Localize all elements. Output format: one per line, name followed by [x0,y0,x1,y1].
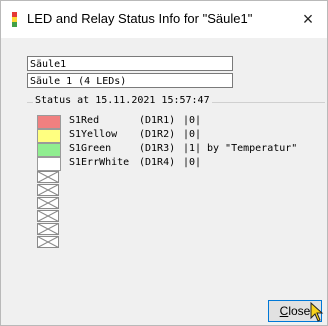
close-label-rest: lose [288,304,311,318]
crossed-box-icon [37,184,59,196]
led-by: by "Temperatur" [207,143,298,154]
close-window-button[interactable]: × [295,7,321,31]
led-name: S1ErrWhite [69,157,130,168]
dialog-window: LED and Relay Status Info for "Säule1" ×… [0,0,328,326]
crossed-box-icon [37,210,59,222]
crossed-box-icon [37,236,59,248]
crossed-box-icon [37,171,59,183]
crossed-box-icon [37,197,59,209]
led-color-swatch [37,115,61,129]
traffic-light-icon [12,12,17,27]
led-color-swatch [37,129,61,143]
led-pin: (D1R3) [139,143,176,154]
led-pin: (D1R1) [139,115,176,126]
led-pin: (D1R4) [139,157,176,168]
led-name: S1Yellow [69,129,118,140]
led-pin: (D1R2) [139,129,176,140]
window-title: LED and Relay Status Info for "Säule1" [27,11,253,26]
led-state: |0| [183,115,202,126]
led-color-swatch [37,157,61,171]
led-state: |1| [183,143,202,154]
led-name: S1Green [69,143,112,154]
led-state: |0| [183,129,202,140]
crossed-box-icon [37,223,59,235]
status-timestamp-label: Status at 15.11.2021 15:57:47 [33,95,212,106]
led-color-swatch [37,143,61,157]
description-field[interactable]: Säule 1 (4 LEDs) [27,73,233,88]
title-bar: LED and Relay Status Info for "Säule1" × [1,1,327,38]
led-state: |0| [183,157,202,168]
status-group: Status at 15.11.2021 15:57:47 S1Red (D1R1… [27,95,325,285]
name-field[interactable]: Säule1 [27,56,233,71]
mouse-pointer-icon [310,302,324,322]
led-name: S1Red [69,115,100,126]
